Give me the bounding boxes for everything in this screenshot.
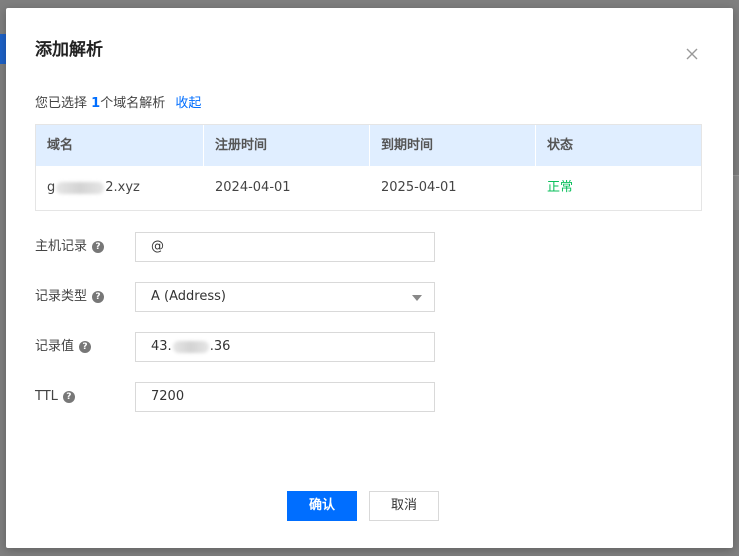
redacted-mask bbox=[56, 181, 105, 194]
confirm-button[interactable]: 确认 bbox=[287, 491, 357, 521]
host-record-label-text: 主机记录 bbox=[35, 239, 88, 254]
close-icon bbox=[686, 48, 698, 60]
record-type-row: 记录类型 ? A (Address) bbox=[35, 282, 715, 312]
domain-table: 域名 注册时间 到期时间 状态 g 2.xyz 2024-04-01 2025-0… bbox=[35, 124, 702, 211]
ttl-value: 7200 bbox=[151, 389, 185, 404]
record-type-value: A (Address) bbox=[151, 289, 226, 304]
record-value-row: 记录值 ? 43. .36 bbox=[35, 332, 715, 362]
record-value-end: .36 bbox=[209, 339, 231, 354]
cancel-button[interactable]: 取消 bbox=[369, 491, 439, 521]
table-header: 域名 注册时间 到期时间 状态 bbox=[36, 125, 701, 166]
status-badge: 正常 bbox=[547, 180, 574, 195]
domain-end: 2.xyz bbox=[105, 180, 140, 195]
selection-prefix: 您已选择 bbox=[35, 96, 88, 111]
column-header-expires: 到期时间 bbox=[370, 125, 536, 166]
selection-count: 1 bbox=[91, 96, 101, 111]
column-header-status: 状态 bbox=[547, 138, 574, 153]
ttl-label: TTL ? bbox=[35, 382, 75, 412]
record-value-input[interactable]: 43. .36 bbox=[135, 332, 435, 362]
close-button[interactable] bbox=[682, 44, 702, 64]
selection-suffix: 个域名解析 bbox=[100, 96, 166, 111]
ttl-label-text: TTL bbox=[35, 389, 58, 404]
selection-summary: 您已选择 1个域名解析 收起 bbox=[35, 96, 201, 112]
redacted-mask bbox=[172, 341, 209, 353]
table-row: g 2.xyz 2024-04-01 2025-04-01 正常 bbox=[36, 166, 701, 210]
record-value-label: 记录值 ? bbox=[35, 332, 92, 362]
ttl-row: TTL ? 7200 bbox=[35, 382, 715, 412]
record-value-label-text: 记录值 bbox=[35, 339, 75, 354]
record-type-label: 记录类型 ? bbox=[35, 282, 105, 312]
help-icon[interactable]: ? bbox=[79, 341, 92, 353]
help-icon[interactable]: ? bbox=[92, 241, 105, 253]
background-page-strip bbox=[733, 175, 739, 210]
record-type-select[interactable]: A (Address) bbox=[135, 282, 435, 312]
host-record-row: 主机记录 ? @ bbox=[35, 232, 715, 262]
cell-expires: 2025-04-01 bbox=[381, 180, 457, 195]
collapse-link[interactable]: 收起 bbox=[175, 96, 201, 111]
record-value-start: 43. bbox=[151, 339, 172, 354]
host-record-value: @ bbox=[151, 239, 164, 254]
chevron-down-icon bbox=[412, 295, 422, 301]
ttl-input[interactable]: 7200 bbox=[135, 382, 435, 412]
column-header-registered: 注册时间 bbox=[204, 125, 370, 166]
column-header-domain: 域名 bbox=[36, 125, 204, 166]
dialog-title: 添加解析 bbox=[35, 40, 103, 60]
record-type-label-text: 记录类型 bbox=[35, 289, 88, 304]
host-record-label: 主机记录 ? bbox=[35, 232, 105, 262]
cell-domain: g 2.xyz bbox=[36, 166, 204, 210]
host-record-input[interactable]: @ bbox=[135, 232, 435, 262]
help-icon[interactable]: ? bbox=[92, 291, 105, 303]
cell-registered: 2024-04-01 bbox=[215, 180, 291, 195]
domain-start: g bbox=[47, 180, 56, 195]
help-icon[interactable]: ? bbox=[62, 391, 75, 403]
add-record-dialog: 添加解析 您已选择 1个域名解析 收起 域名 注册时间 到期时间 状态 g 2.x… bbox=[6, 8, 733, 548]
